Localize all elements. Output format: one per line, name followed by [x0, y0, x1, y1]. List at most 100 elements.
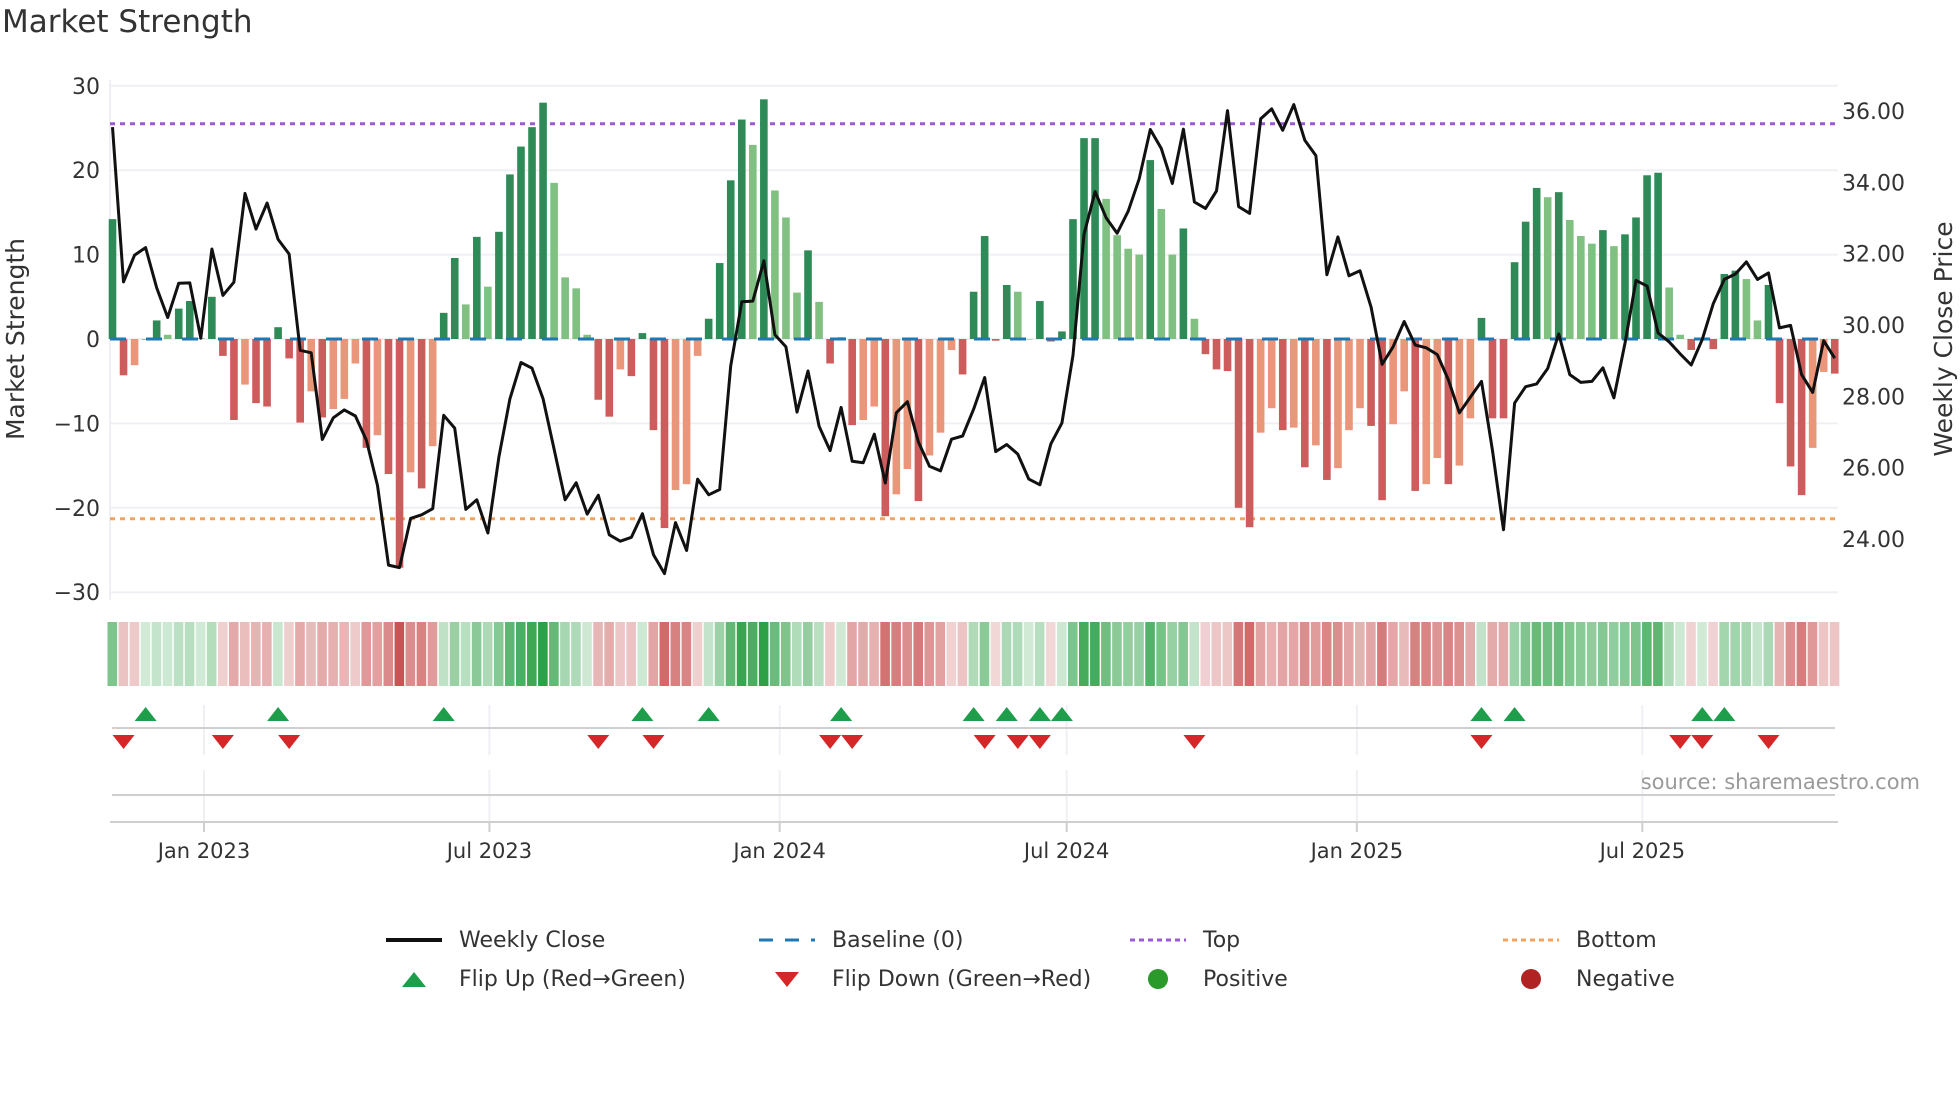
heat-cell: [670, 622, 681, 686]
x-tick-label: Jul 2023: [445, 839, 532, 863]
triangle-up-icon: [381, 964, 447, 994]
heat-cell: [239, 622, 250, 686]
strength-bar-positive: [450, 257, 459, 339]
heat-cell: [1332, 622, 1343, 686]
heat-cell: [1796, 622, 1807, 686]
strength-bar-negative: [1334, 339, 1342, 469]
flip-up-marker: [267, 707, 290, 721]
flip-up-marker: [1470, 707, 1493, 721]
strength-bar-positive: [539, 102, 547, 340]
y-tick-label: −30: [54, 581, 100, 606]
heat-cell: [427, 622, 438, 686]
flip-up-marker: [432, 707, 455, 721]
heat-cell: [902, 622, 912, 686]
flip-down-marker: [1669, 735, 1692, 749]
heat-cell: [1178, 622, 1188, 686]
heat-cell: [1200, 622, 1211, 686]
strength-bar-negative: [870, 339, 879, 407]
y-tick-label: 0: [86, 328, 100, 353]
strength-bar-positive: [804, 250, 812, 339]
heat-cell: [251, 622, 261, 686]
strength-bar-positive: [517, 146, 525, 339]
y2-tick-label: 34.00: [1842, 171, 1905, 196]
strength-bar-positive: [1091, 138, 1099, 339]
heat-cell: [1001, 622, 1012, 686]
heat-cell: [273, 622, 283, 686]
strength-bar-negative: [947, 339, 956, 350]
strength-bar-positive: [274, 327, 282, 339]
y2-tick-label: 32.00: [1842, 243, 1905, 268]
strength-bar-negative: [1301, 339, 1309, 468]
axes: 30 20 10 0 −10 −20 −30 36.00 34.00 32.00 30.00 28.0…: [54, 75, 1905, 863]
strength-bar-positive: [163, 334, 172, 339]
heat-cell: [1631, 622, 1641, 686]
heat-cell: [803, 622, 813, 686]
heat-cell: [1642, 622, 1652, 686]
strength-bar-positive: [1731, 270, 1740, 339]
legend-baseline: Baseline (0): [754, 925, 963, 955]
heat-cell: [858, 622, 868, 686]
heat-cell: [538, 622, 548, 686]
strength-bar-negative: [1687, 339, 1696, 350]
legend-flip-down: Flip Down (Green→Red): [754, 964, 1091, 994]
strength-bar-negative: [1267, 339, 1276, 409]
flip-down-marker: [587, 735, 610, 749]
heat-cell: [1399, 622, 1409, 686]
heat-cell: [173, 622, 184, 686]
legend-bottom: Bottom: [1498, 925, 1657, 955]
heat-cell: [659, 622, 670, 686]
heat-cell: [1520, 622, 1531, 686]
x-tick-label: Jan 2024: [731, 839, 826, 863]
strength-bar-negative: [616, 339, 625, 370]
heat-cell: [416, 622, 427, 686]
strength-bar-negative: [1256, 339, 1265, 433]
heat-cell: [1531, 622, 1542, 686]
heat-cell: [1410, 622, 1420, 686]
heat-cell: [1653, 622, 1663, 686]
circle-green-icon: [1125, 964, 1191, 994]
y2-tick-label: 26.00: [1842, 457, 1905, 482]
heat-cell: [1575, 622, 1586, 686]
legend-label: Weekly Close: [459, 927, 606, 953]
strength-bar-negative: [351, 339, 360, 364]
heat-cell: [681, 622, 692, 686]
heat-cell: [1222, 622, 1233, 686]
flip-down-marker: [1757, 735, 1780, 749]
heat-cell: [814, 622, 824, 686]
heat-cell: [405, 622, 416, 686]
flip-up-marker: [1028, 707, 1051, 721]
heat-cell: [891, 622, 901, 686]
y2-tick-label: 36.00: [1842, 100, 1905, 125]
flip-down-marker: [1006, 735, 1029, 749]
strength-bar-positive: [1665, 287, 1673, 339]
heat-cell: [1134, 622, 1144, 686]
strength-bar-positive: [1577, 236, 1585, 339]
strength-bar-positive: [185, 301, 194, 339]
heat-cell: [1553, 622, 1564, 686]
x-tick-label: Jul 2024: [1022, 839, 1109, 863]
legend: Weekly Close Baseline (0) Top Bottom Fli…: [0, 920, 1960, 1010]
heat-cell: [1741, 622, 1752, 686]
x-tick-label: Jul 2025: [1598, 839, 1685, 863]
legend-label: Negative: [1576, 966, 1675, 992]
heat-cell: [1730, 622, 1740, 686]
heat-cell: [604, 622, 614, 686]
heat-cell: [1377, 622, 1387, 686]
strength-bar-positive: [550, 182, 558, 339]
heat-cell: [1807, 622, 1818, 686]
strength-bar-positive: [704, 318, 713, 339]
heat-cell: [460, 622, 471, 686]
heat-cell: [162, 622, 173, 686]
strength-bar-positive: [1532, 187, 1541, 339]
strength-bar-positive: [1477, 317, 1486, 339]
strength-bar-positive: [1599, 230, 1607, 339]
y-tick-label: −10: [54, 412, 100, 437]
heat-cell: [129, 622, 140, 686]
heat-cell: [560, 622, 570, 686]
heat-cell: [1067, 622, 1078, 686]
strength-bar-negative: [914, 339, 923, 502]
heat-cell: [195, 622, 206, 686]
heat-cell: [1123, 622, 1133, 686]
strength-bar-negative: [693, 339, 702, 356]
legend-label: Positive: [1203, 966, 1288, 992]
